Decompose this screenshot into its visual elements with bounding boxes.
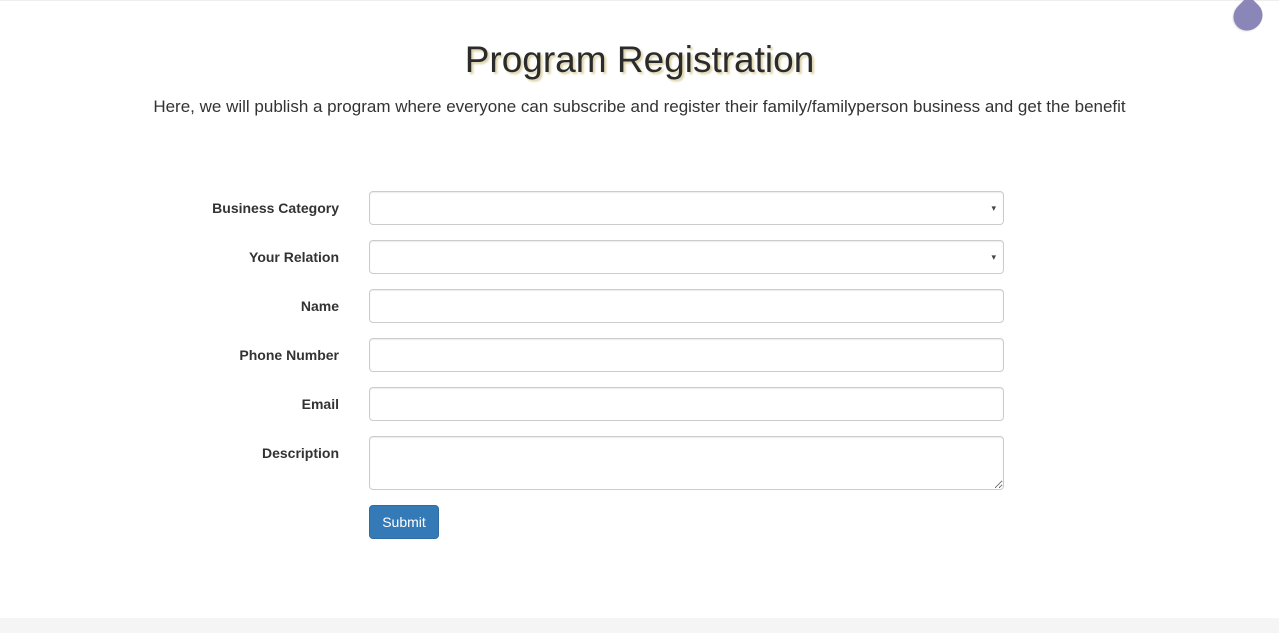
description-label: Description xyxy=(261,445,339,461)
phone-input[interactable] xyxy=(369,338,1004,372)
business-category-label: Business Category xyxy=(212,200,339,216)
page-title: Program Registration xyxy=(464,39,815,80)
registration-page: Program Registration Here, we will publi… xyxy=(0,0,1279,633)
droplet-icon[interactable] xyxy=(1227,0,1269,37)
chevron-down-icon: ▾ xyxy=(991,203,996,213)
submit-button[interactable]: Submit xyxy=(369,505,439,539)
page-subtitle: Here, we will publish a program where ev… xyxy=(153,97,1126,116)
footer xyxy=(0,618,1279,633)
email-label: Email xyxy=(301,396,339,412)
description-textarea[interactable] xyxy=(369,436,1004,490)
chevron-down-icon: ▾ xyxy=(991,252,996,262)
relation-select[interactable]: ▾ xyxy=(369,240,1004,274)
relation-label: Your Relation xyxy=(249,249,339,265)
business-category-select[interactable]: ▾ xyxy=(369,191,1004,225)
email-input[interactable] xyxy=(369,387,1004,421)
name-input[interactable] xyxy=(369,289,1004,323)
phone-label: Phone Number xyxy=(239,347,339,363)
name-label: Name xyxy=(300,298,339,314)
